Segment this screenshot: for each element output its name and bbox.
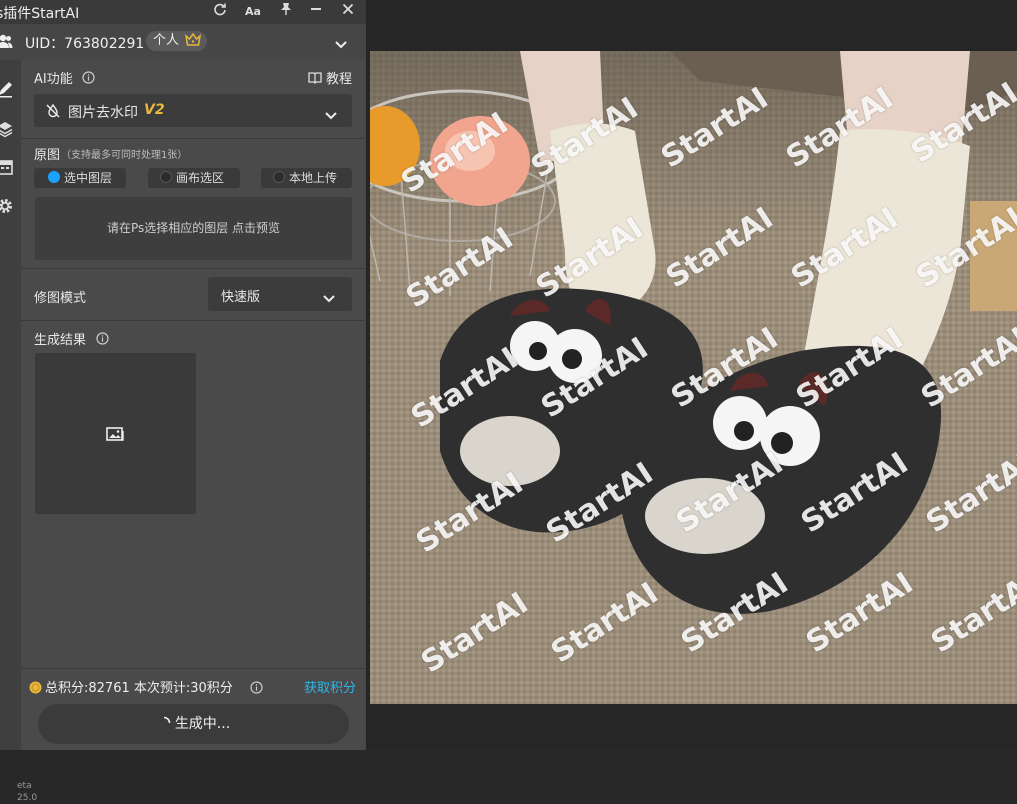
generate-button[interactable]: 生成中... bbox=[38, 704, 349, 744]
divider bbox=[21, 320, 365, 321]
canvas-image[interactable]: StartAI StartAI StartAI StartAI StartAI … bbox=[370, 51, 1017, 704]
info-icon[interactable] bbox=[82, 69, 95, 88]
option-selected-layer[interactable]: 选中图层 bbox=[34, 168, 126, 188]
info-icon[interactable] bbox=[96, 330, 109, 349]
preview-hint: 请在Ps选择相应的图层 点击预览 bbox=[106, 221, 281, 235]
source-label: 原图 bbox=[34, 148, 61, 163]
calendar-icon[interactable] bbox=[0, 158, 14, 176]
uid-label: UID：763802291 bbox=[25, 36, 145, 52]
radio-checked-icon bbox=[48, 171, 60, 183]
layers-icon[interactable] bbox=[0, 120, 14, 138]
info-icon[interactable] bbox=[250, 679, 263, 698]
divider bbox=[21, 668, 365, 669]
minimize-icon[interactable] bbox=[306, 2, 326, 22]
title-bar: s插件StartAI Aa bbox=[0, 0, 366, 24]
option-label: 本地上传 bbox=[289, 171, 338, 185]
option-label: 画布选区 bbox=[176, 171, 225, 185]
result-label: 生成结果 bbox=[34, 333, 87, 348]
canvas-area: StartAI StartAI StartAI StartAI StartAI … bbox=[366, 0, 1017, 750]
gear-icon[interactable] bbox=[0, 197, 14, 215]
generate-label: 生成中... bbox=[174, 716, 231, 732]
source-preview[interactable]: 请在Ps选择相应的图层 点击预览 bbox=[35, 197, 352, 260]
chevron-down-icon[interactable] bbox=[334, 35, 348, 54]
version-tag: V2 bbox=[144, 102, 165, 118]
option-canvas-selection[interactable]: 画布选区 bbox=[148, 168, 240, 188]
mode-dropdown[interactable]: 快速版 bbox=[208, 277, 352, 311]
ai-function-value: 图片去水印 bbox=[68, 105, 138, 121]
result-preview[interactable] bbox=[35, 353, 196, 514]
crown-icon bbox=[185, 32, 202, 46]
radio-icon bbox=[160, 171, 172, 183]
image-icon bbox=[106, 427, 126, 446]
plugin-panel: s插件StartAI Aa UID：763802291 个人 AI功能 教程 图… bbox=[0, 0, 367, 803]
user-bar: UID：763802291 个人 bbox=[0, 24, 366, 61]
get-points-link[interactable]: 获取积分 bbox=[304, 677, 356, 696]
close-icon[interactable] bbox=[338, 2, 358, 22]
no-watermark-icon bbox=[45, 103, 61, 123]
refresh-icon[interactable] bbox=[210, 2, 230, 22]
mode-label: 修图模式 bbox=[34, 291, 87, 306]
main-content: AI功能 教程 图片去水印 V2 原图 （支持最多可同时处理1张） 选中图层 画… bbox=[17, 60, 365, 803]
book-icon[interactable] bbox=[308, 69, 322, 88]
chevron-down-icon bbox=[324, 106, 338, 125]
option-local-upload[interactable]: 本地上传 bbox=[261, 168, 352, 188]
radio-icon bbox=[273, 171, 285, 183]
chevron-down-icon bbox=[322, 289, 336, 308]
users-icon bbox=[0, 33, 13, 53]
option-label: 选中图层 bbox=[64, 171, 113, 185]
mode-value: 快速版 bbox=[221, 290, 261, 305]
ai-function-dropdown[interactable]: 图片去水印 V2 bbox=[34, 94, 352, 127]
coin-icon bbox=[29, 679, 42, 698]
sidebar bbox=[0, 60, 21, 750]
divider bbox=[21, 138, 365, 139]
plan-badge-label: 个人 bbox=[153, 33, 180, 48]
divider bbox=[21, 268, 365, 269]
ai-function-label: AI功能 bbox=[34, 72, 73, 87]
version-label: eta 25.0 bbox=[17, 781, 38, 803]
plan-badge[interactable]: 个人 bbox=[146, 31, 208, 51]
window-title: s插件StartAI bbox=[0, 6, 80, 22]
font-size-icon[interactable]: Aa bbox=[243, 2, 263, 22]
pin-icon[interactable] bbox=[276, 2, 296, 22]
brush-icon[interactable] bbox=[0, 80, 14, 98]
source-note: （支持最多可同时处理1张） bbox=[61, 150, 188, 161]
tutorial-link[interactable]: 教程 bbox=[326, 68, 352, 87]
points-summary: 总积分:82761 本次预计:30积分 bbox=[45, 681, 233, 696]
spinner-icon bbox=[163, 716, 171, 724]
